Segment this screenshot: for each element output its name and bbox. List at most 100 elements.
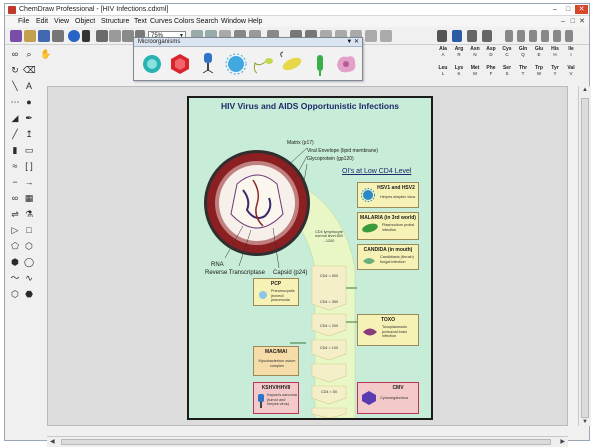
infection-box-toxo[interactable]: TOXO Toxoplasmosis protozoal brain infec… [357, 314, 419, 346]
doc-close-button[interactable]: ✕ [579, 17, 585, 26]
menu-structure[interactable]: Structure [101, 16, 129, 27]
undo-icon[interactable] [96, 30, 108, 42]
eraser-icon[interactable]: ⌫ [23, 64, 36, 76]
doc-restore-button[interactable]: □ [571, 17, 575, 26]
reaction-arrow-icon[interactable]: ⇌ [9, 208, 21, 220]
maximize-button[interactable]: □ [562, 5, 574, 14]
amino-acid-met-button[interactable]: Met M [469, 65, 481, 77]
hashed-bond-icon[interactable]: ╱ [9, 128, 21, 140]
amino-acid-asp-button[interactable]: Asp D [485, 46, 497, 58]
amoeba-icon[interactable] [333, 49, 359, 79]
menu-view[interactable]: View [54, 16, 69, 27]
cyclohexane-icon[interactable]: ⬢ [9, 256, 21, 268]
amino-acid-cys-button[interactable]: Cys C [501, 46, 513, 58]
square-ring-icon[interactable]: □ [23, 224, 35, 236]
rectangle-tool-icon[interactable]: ▭ [23, 144, 35, 156]
amino-acid-val-button[interactable]: Val V [565, 65, 577, 77]
infection-box-candida[interactable]: CANDIDA (in mouth) Candidiasis (thrush) … [357, 244, 419, 270]
palette-close-icon[interactable]: ▼ ✕ [346, 38, 359, 47]
grab-icon[interactable]: ✋ [40, 48, 52, 60]
euglena-icon[interactable] [279, 49, 305, 79]
chain-icon[interactable]: 〜 [9, 272, 21, 284]
microorganisms-palette[interactable]: Microorganisms ▼ ✕ [133, 37, 363, 81]
pentagon-ring-icon[interactable]: ⬠ [9, 240, 21, 252]
heptagon-ring-icon[interactable]: ⬡ [9, 288, 21, 300]
bond-tool-icon[interactable]: ╲ [9, 80, 21, 92]
horizontal-scroll-thumb[interactable] [61, 439, 551, 445]
amino-acid-thr-button[interactable]: Thr T [517, 65, 529, 77]
menu-curves[interactable]: Curves [150, 16, 172, 27]
doc-minimize-button[interactable]: – [561, 17, 565, 26]
table-tool-icon[interactable]: ▦ [23, 192, 35, 204]
amino-acid-glu-button[interactable]: Glu E [533, 46, 545, 58]
scroll-left-icon[interactable]: ◀ [50, 438, 55, 445]
scroll-right-icon[interactable]: ▶ [560, 438, 565, 445]
hexagon-ring-icon[interactable]: ⬡ [23, 240, 35, 252]
infection-box-malaria[interactable]: MALARIA (in 3rd world) Plasmodium protis… [357, 212, 419, 240]
cut-icon[interactable] [109, 30, 121, 42]
menu-text[interactable]: Text [134, 16, 147, 27]
amino-acid-leu-button[interactable]: Leu L [437, 65, 449, 77]
dash-bond-icon[interactable]: − [9, 176, 21, 188]
new-document-icon[interactable] [10, 30, 22, 42]
magnify-icon[interactable]: ⌕ [23, 48, 35, 60]
scroll-down-icon[interactable]: ▼ [582, 419, 588, 425]
palette-header[interactable]: Microorganisms ▼ ✕ [134, 38, 362, 47]
infection-box-kshv[interactable]: KSHV/HHV8 Kaposi's sarcoma (tumor and he… [253, 382, 299, 414]
hiv-infections-poster[interactable]: HIV Virus and AIDS Opportunistic Infecti… [187, 96, 433, 420]
menu-help[interactable]: Help [248, 16, 262, 27]
amino-acid-ser-button[interactable]: Ser S [501, 65, 513, 77]
dashed-bond-icon[interactable]: ⋯ [9, 96, 21, 108]
amino-acid-ala-button[interactable]: Ala A [437, 46, 449, 58]
amino-acid-trp-button[interactable]: Trp W [533, 65, 545, 77]
octagon-ring-icon[interactable]: ⬣ [23, 288, 35, 300]
menu-object[interactable]: Object [75, 16, 95, 27]
horizontal-scrollbar[interactable]: ◀ ▶ [47, 436, 568, 447]
infection-box-mac[interactable]: MAC/MAI Mycobacterium avium complex [253, 346, 299, 376]
amino-acid-phe-button[interactable]: Phe F [485, 65, 497, 77]
bold-bond-icon[interactable]: ▮ [9, 144, 21, 156]
pen-tool-icon[interactable]: ✒ [23, 112, 35, 124]
amino-acid-ile-button[interactable]: Ile I [565, 46, 577, 58]
pointer-help-icon[interactable] [82, 30, 90, 42]
benzene-icon[interactable]: ◯ [23, 256, 35, 268]
rotate-icon[interactable]: ↻ [9, 64, 21, 76]
text-tool-icon[interactable]: A [23, 80, 35, 92]
sperm-cell-icon[interactable] [251, 49, 277, 79]
vertical-scrollbar[interactable]: ▲ ▼ [578, 86, 591, 426]
orbital-icon[interactable]: ∞ [9, 192, 21, 204]
save-icon[interactable] [38, 30, 50, 42]
infection-box-cmv[interactable]: CMV Cytomegalovirus [357, 382, 419, 414]
amino-acid-arg-button[interactable]: Arg R [453, 46, 465, 58]
play-icon[interactable]: ▷ [9, 224, 21, 236]
minimize-button[interactable]: – [549, 5, 561, 14]
infection-box-hsv[interactable]: HSV1 and HSV2 Herpes simplex virus [357, 182, 419, 208]
menu-search[interactable]: Search [196, 16, 218, 27]
amino-acid-asn-button[interactable]: Asn N [469, 46, 481, 58]
menu-edit[interactable]: Edit [36, 16, 48, 27]
amino-acid-lys-button[interactable]: Lys K [453, 65, 465, 77]
search-tool-icon[interactable] [380, 30, 392, 42]
arrow-tool-icon[interactable]: → [23, 176, 35, 188]
menu-window[interactable]: Window [221, 16, 246, 27]
bacteriophage-icon[interactable] [195, 49, 221, 79]
chain-tool-icon[interactable]: ↥ [23, 128, 35, 140]
amino-acid-tyr-button[interactable]: Tyr Y [549, 65, 561, 77]
open-folder-icon[interactable] [24, 30, 36, 42]
flask-icon[interactable]: ⚗ [23, 208, 35, 220]
menu-file[interactable]: File [18, 16, 29, 27]
print-icon[interactable] [52, 30, 64, 42]
wedge-bond-icon[interactable]: ◢ [9, 112, 21, 124]
menu-colors[interactable]: Colors [174, 16, 194, 27]
coronavirus-icon[interactable] [223, 49, 249, 79]
vertical-scroll-thumb[interactable] [581, 98, 589, 418]
amino-acid-his-button[interactable]: His H [549, 46, 561, 58]
wavy-bond-icon[interactable]: ≈ [9, 160, 21, 172]
close-button[interactable]: ✕ [575, 5, 588, 14]
infection-box-pcp[interactable]: PCP Pneumocystis jirovecii pneumonia [253, 278, 299, 306]
amino-acid-gln-button[interactable]: Gln Q [517, 46, 529, 58]
lasso-icon[interactable]: ∞ [9, 48, 21, 60]
help-icon[interactable] [68, 30, 80, 42]
scroll-up-icon[interactable]: ▲ [582, 87, 588, 93]
icosahedral-virus-icon[interactable] [167, 49, 193, 79]
